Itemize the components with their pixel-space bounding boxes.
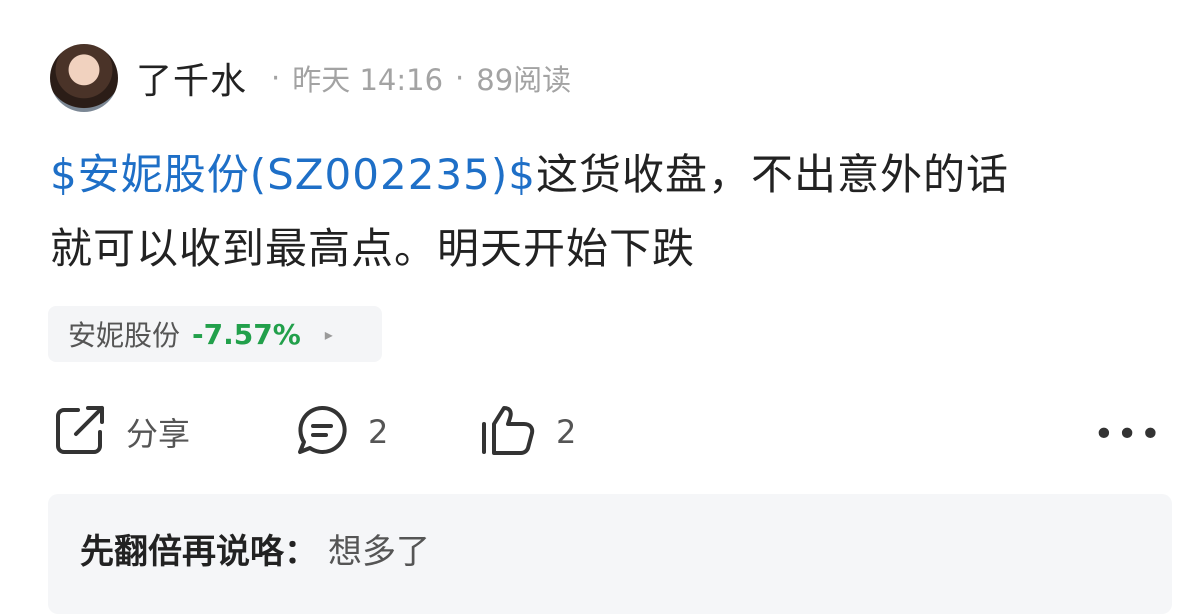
more-options-icon[interactable]: ••• <box>1093 414 1163 455</box>
stock-chip-change: -7.57% <box>192 317 301 351</box>
meta-separator: · <box>455 61 465 95</box>
post-time: 昨天 14:16 <box>292 63 444 97</box>
chevron-right-icon: ▸ <box>324 324 333 344</box>
share-icon <box>52 402 108 462</box>
comment-button[interactable]: 2 <box>294 400 388 464</box>
thumbs-up-icon <box>478 402 538 462</box>
comment-icon <box>294 402 350 462</box>
share-label: 分享 <box>126 415 191 453</box>
share-button[interactable]: 分享 <box>52 400 190 464</box>
read-count: 89阅读 <box>476 63 572 97</box>
comment-preview[interactable]: 先翻倍再说咯： 想多了 <box>48 494 1172 614</box>
comment-text: 想多了 <box>328 532 430 572</box>
comment-count: 2 <box>368 413 389 451</box>
post-header: 了千水 · 昨天 14:16 · 89阅读 <box>50 44 571 112</box>
comment-author[interactable]: 先翻倍再说咯： <box>80 532 318 572</box>
stock-chip[interactable]: 安妮股份 -7.57% ▸ <box>48 306 382 362</box>
post-content: $安妮股份(SZ002235)$这货收盘，不出意外的话 就可以收到最高点。明天开… <box>50 138 1150 286</box>
like-count: 2 <box>556 413 577 451</box>
like-button[interactable]: 2 <box>478 400 576 464</box>
username[interactable]: 了千水 <box>136 52 247 104</box>
action-bar: 分享 2 2 ••• <box>0 400 1183 464</box>
meta-separator: · <box>271 61 281 95</box>
stock-tag-link[interactable]: $安妮股份(SZ002235)$ <box>50 150 536 199</box>
avatar[interactable] <box>50 44 118 112</box>
comment-line: 先翻倍再说咯： 想多了 <box>80 524 430 573</box>
stock-chip-name: 安妮股份 <box>68 319 181 352</box>
post-meta: · 昨天 14:16 · 89阅读 <box>259 57 571 99</box>
post-text-line2: 就可以收到最高点。明天开始下跌 <box>50 224 696 273</box>
post-text-line1: 这货收盘，不出意外的话 <box>535 150 1009 199</box>
